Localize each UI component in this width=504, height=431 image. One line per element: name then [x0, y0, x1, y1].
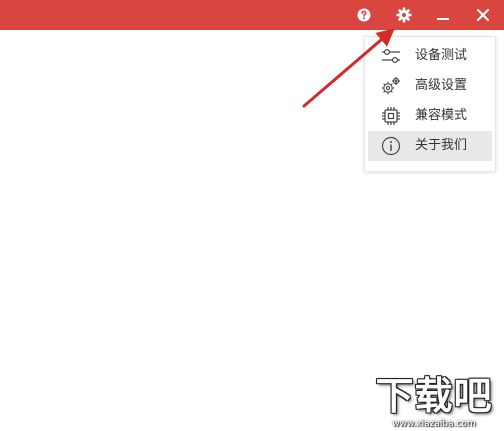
minimize-button[interactable] — [428, 0, 458, 30]
close-button[interactable] — [468, 0, 498, 30]
title-bar — [0, 0, 504, 30]
question-circle-icon — [357, 8, 371, 22]
info-circle-icon — [381, 136, 401, 156]
settings-button[interactable] — [389, 0, 419, 30]
watermark-logo: 下载吧 www.xiazaiba.com — [366, 374, 502, 430]
minimize-icon — [437, 18, 449, 20]
menu-item-label: 设备测试 — [415, 48, 468, 63]
close-icon — [476, 8, 490, 22]
chip-icon — [382, 107, 400, 125]
menu-item-device-test[interactable]: 设备测试 — [368, 41, 492, 71]
menu-item-compatibility-mode[interactable]: 兼容模式 — [368, 101, 492, 131]
menu-item-advanced-settings[interactable]: 高级设置 — [368, 71, 492, 101]
gears-icon — [381, 77, 400, 95]
help-button[interactable] — [349, 0, 379, 30]
settings-dropdown-menu: 设备测试 高级设置 兼容模式 关于我们 — [364, 36, 496, 172]
gear-icon — [396, 7, 412, 23]
menu-item-about-us[interactable]: 关于我们 — [368, 131, 492, 161]
menu-item-label: 关于我们 — [415, 138, 468, 153]
watermark-text: 下载吧 — [375, 374, 493, 418]
sliders-icon — [382, 48, 400, 64]
watermark-url: www.xiazaiba.com — [392, 419, 476, 429]
menu-item-label: 高级设置 — [415, 78, 468, 93]
menu-item-label: 兼容模式 — [415, 108, 468, 123]
